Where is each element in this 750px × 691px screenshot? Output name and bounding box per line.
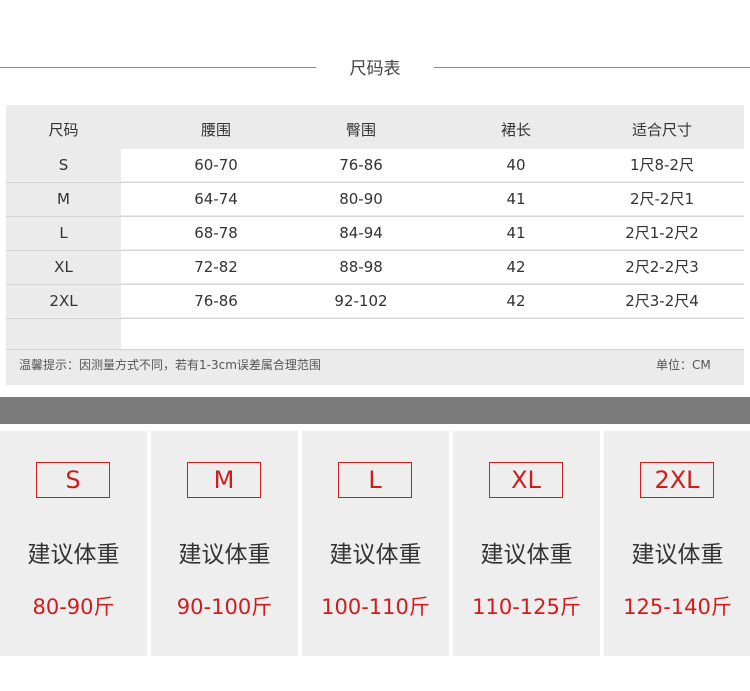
table-row: XL 72-82 88-98 42 2尺2-2尺3 bbox=[6, 251, 744, 284]
table-empty-row bbox=[121, 319, 744, 349]
title-row: 尺码表 bbox=[0, 52, 750, 82]
row-skirt-length: 41 bbox=[506, 224, 526, 242]
card-size-l: L 建议体重 100-110斤 bbox=[302, 431, 449, 656]
page-title: 尺码表 bbox=[349, 59, 401, 79]
size-table: 尺码 腰围 臀围 裙长 适合尺寸 S 60-70 76-86 40 1尺8-2尺… bbox=[6, 105, 744, 385]
title-rule-left bbox=[0, 67, 316, 68]
row-skirt-length: 40 bbox=[506, 156, 526, 174]
row-fit-size: 2尺1-2尺2 bbox=[625, 224, 699, 242]
row-waist: 72-82 bbox=[194, 258, 238, 276]
row-hip: 84-94 bbox=[339, 224, 383, 242]
weight-range: 90-100斤 bbox=[176, 595, 273, 619]
row-skirt-length: 42 bbox=[506, 292, 526, 310]
table-row: M 64-74 80-90 41 2尺-2尺1 bbox=[6, 183, 744, 216]
table-row: L 68-78 84-94 41 2尺1-2尺2 bbox=[6, 217, 744, 250]
row-hip: 76-86 bbox=[339, 156, 383, 174]
size-box: M bbox=[187, 462, 261, 498]
weight-range: 125-140斤 bbox=[623, 595, 732, 619]
size-box: XL bbox=[489, 462, 563, 498]
row-waist: 76-86 bbox=[194, 292, 238, 310]
row-waist: 68-78 bbox=[194, 224, 238, 242]
card-size-s: S 建议体重 80-90斤 bbox=[0, 431, 147, 656]
weight-range: 80-90斤 bbox=[32, 595, 115, 619]
header-size: 尺码 bbox=[48, 121, 79, 139]
row-size: L bbox=[59, 224, 68, 242]
unit-label: 单位：CM bbox=[656, 358, 711, 372]
table-row: S 60-70 76-86 40 1尺8-2尺 bbox=[6, 149, 744, 182]
title-rule-right bbox=[434, 67, 750, 68]
advice-label: 建议体重 bbox=[480, 542, 573, 568]
row-hip: 88-98 bbox=[339, 258, 383, 276]
row-hip: 92-102 bbox=[334, 292, 388, 310]
header-waist: 腰围 bbox=[200, 121, 231, 139]
weight-range: 100-110斤 bbox=[321, 595, 430, 619]
row-waist: 64-74 bbox=[194, 190, 238, 208]
weight-range: 110-125斤 bbox=[472, 595, 581, 619]
table-header: 尺码 腰围 臀围 裙长 适合尺寸 bbox=[6, 115, 744, 145]
row-size: XL bbox=[54, 258, 73, 276]
row-skirt-length: 42 bbox=[506, 258, 526, 276]
size-box: S bbox=[36, 462, 110, 498]
gray-divider-band bbox=[0, 397, 750, 424]
row-skirt-length: 41 bbox=[506, 190, 526, 208]
header-hip: 臀围 bbox=[345, 121, 376, 139]
advice-label: 建议体重 bbox=[631, 542, 724, 568]
header-skirt-length: 裙长 bbox=[500, 121, 531, 139]
row-hip: 80-90 bbox=[339, 190, 383, 208]
row-fit-size: 2尺-2尺1 bbox=[629, 190, 695, 208]
row-size: M bbox=[57, 190, 70, 208]
row-waist: 60-70 bbox=[194, 156, 238, 174]
advice-label: 建议体重 bbox=[178, 542, 271, 568]
row-fit-size: 2尺3-2尺4 bbox=[625, 292, 699, 310]
advice-label: 建议体重 bbox=[329, 542, 422, 568]
card-size-2xl: 2XL 建议体重 125-140斤 bbox=[604, 431, 750, 656]
row-size: S bbox=[58, 156, 69, 174]
row-fit-size: 2尺2-2尺3 bbox=[625, 258, 699, 276]
measurement-note: 温馨提示：因测量方式不同，若有1-3cm误差属合理范围 bbox=[19, 358, 321, 372]
weight-cards: S 建议体重 80-90斤 M 建议体重 90-100斤 L 建议体重 100-… bbox=[0, 431, 750, 656]
table-row: 2XL 76-86 92-102 42 2尺3-2尺4 bbox=[6, 285, 744, 318]
row-size: 2XL bbox=[49, 292, 78, 310]
card-size-m: M 建议体重 90-100斤 bbox=[151, 431, 298, 656]
size-box: L bbox=[338, 462, 412, 498]
card-size-xl: XL 建议体重 110-125斤 bbox=[453, 431, 600, 656]
advice-label: 建议体重 bbox=[27, 542, 120, 568]
size-box: 2XL bbox=[640, 462, 714, 498]
row-fit-size: 1尺8-2尺 bbox=[629, 156, 695, 174]
header-fit-size: 适合尺寸 bbox=[631, 121, 692, 139]
